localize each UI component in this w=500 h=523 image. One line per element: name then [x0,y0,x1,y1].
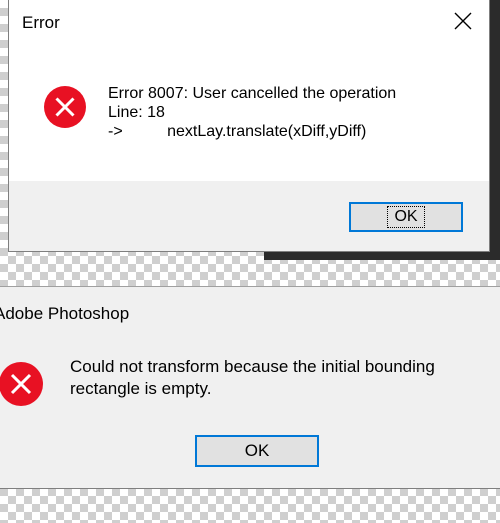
message-line: Could not transform because the initial … [70,357,435,376]
message-line: Line: 18 [108,104,165,121]
dialog-titlebar: Error [9,0,489,43]
dialog-title: Adobe Photoshop [0,304,130,323]
error-dialog: Error Error 8007: User cancelled the ope… [8,0,490,252]
ok-button[interactable]: OK [195,435,319,467]
ok-button-label: OK [244,441,270,460]
error-icon [44,86,86,128]
error-message: Error 8007: User cancelled the operation… [108,84,396,141]
message-line: Error 8007: User cancelled the operation [108,85,397,102]
dialog-shadow [490,0,500,260]
error-message: Could not transform because the initial … [70,356,500,400]
message-line: rectangle is empty. [70,379,212,398]
photoshop-dialog: Adobe Photoshop Could not transform beca… [0,286,500,489]
ok-button-label: OK [387,206,425,228]
dialog-body: Error 8007: User cancelled the operation… [9,43,489,181]
error-icon [0,362,43,406]
close-button[interactable] [449,7,477,35]
ok-button[interactable]: OK [349,202,463,232]
message-line: -> nextLay.translate(xDiff,yDiff) [108,123,367,140]
dialog-title: Error [22,13,60,32]
close-icon [454,12,472,30]
